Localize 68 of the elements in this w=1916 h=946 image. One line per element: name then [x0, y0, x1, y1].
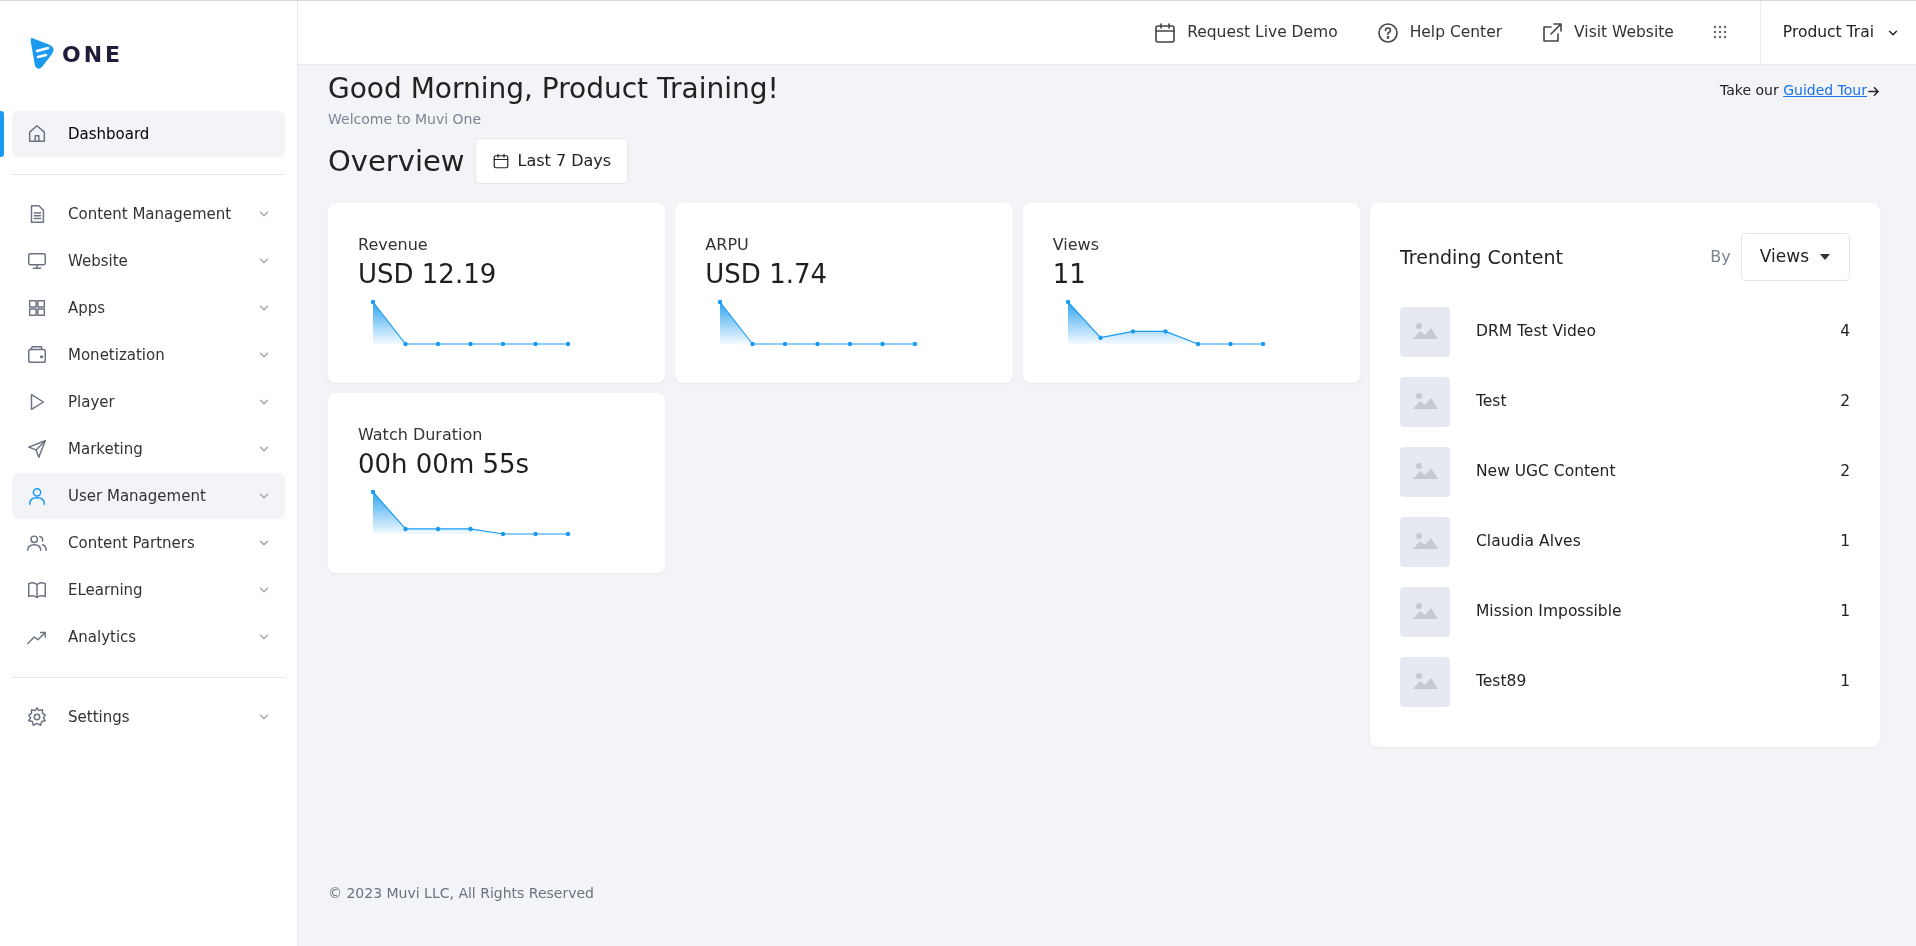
metric-label: Views: [1052, 234, 1100, 256]
header-link[interactable]: Visit Website: [1540, 20, 1674, 45]
sort-label: By: [1710, 246, 1731, 268]
view-count: 1: [1840, 671, 1850, 693]
sidebar-item[interactable]: Apps: [12, 285, 285, 331]
metric-value: USD 1.74: [705, 258, 829, 291]
metric-value: 11: [1052, 258, 1087, 291]
sidebar-item[interactable]: ELearning: [12, 567, 285, 613]
guided-tour-link[interactable]: Guided Tour: [1783, 82, 1867, 98]
image-placeholder-icon: [1400, 587, 1450, 637]
tour-prompt: Take our Guided Tour: [1720, 80, 1880, 101]
metric-label: ARPU: [705, 234, 750, 256]
paper-plane-icon: [26, 438, 48, 460]
image-placeholder-icon: [1400, 377, 1450, 427]
view-count: 2: [1840, 391, 1850, 413]
calendar-icon: [491, 152, 510, 170]
metric-value: 00h 00m 55s: [358, 448, 531, 481]
user-menu[interactable]: Product Trai: [1759, 1, 1916, 65]
sidebar-item[interactable]: Content Partners: [12, 520, 285, 566]
greeting-title: Good Morning, Product Training!: [328, 71, 779, 107]
sidebar-item[interactable]: Player: [12, 379, 285, 425]
content-title[interactable]: DRM Test Video: [1476, 320, 1596, 344]
sort-dropdown[interactable]: Views: [1740, 233, 1850, 281]
sidebar-item[interactable]: Marketing: [12, 426, 285, 472]
sidebar-item[interactable]: Monetization: [12, 332, 285, 378]
wallet-icon: [26, 344, 48, 366]
metric-value: USD 12.19: [358, 258, 498, 291]
metric-label: Watch Duration: [358, 424, 484, 446]
trending-title: Trending Content: [1400, 245, 1563, 269]
calendar-icon: [1153, 20, 1178, 45]
logo-icon: [28, 35, 56, 71]
header-link[interactable]: Request Live Demo: [1153, 20, 1338, 45]
content-title[interactable]: Test: [1476, 390, 1507, 414]
book-icon: [26, 579, 48, 601]
image-placeholder-icon: [1400, 517, 1450, 567]
image-placeholder-icon: [1400, 307, 1450, 357]
sidebar-item[interactable]: User Management: [12, 473, 285, 519]
view-count: 2: [1840, 461, 1850, 483]
copyright-text: © 2023 Muvi LLC, All Rights Reserved: [328, 884, 595, 903]
image-placeholder-icon: [1400, 447, 1450, 497]
view-count: 4: [1840, 321, 1850, 343]
welcome-subtitle: Welcome to Muvi One: [328, 110, 483, 129]
content-title[interactable]: Test89: [1476, 670, 1527, 694]
sidebar-item[interactable]: Analytics: [12, 614, 285, 660]
view-count: 1: [1840, 601, 1850, 623]
content-title[interactable]: New UGC Content: [1476, 460, 1616, 484]
overview-title: Overview: [328, 143, 465, 179]
date-range-button[interactable]: Last 7 Days: [474, 138, 629, 184]
sidebar-item[interactable]: Settings: [12, 694, 285, 740]
sidebar-item[interactable]: Website: [12, 238, 285, 284]
header-link[interactable]: Help Center: [1375, 20, 1503, 45]
metric-label: Revenue: [358, 234, 429, 256]
user-icon: [26, 485, 48, 507]
help-icon: [1375, 20, 1400, 45]
sidebar-item[interactable]: Content Management: [12, 191, 285, 237]
grid-icon: [26, 297, 48, 319]
caret-icon: [1819, 253, 1831, 261]
external-link-icon: [1540, 20, 1565, 45]
settings-icon: [26, 706, 48, 728]
view-count: 1: [1840, 531, 1850, 553]
house-icon: [26, 123, 48, 145]
logo-text: ONE: [62, 41, 124, 69]
content-title[interactable]: Claudia Alves: [1476, 530, 1581, 554]
users-icon: [26, 532, 48, 554]
monitor-icon: [26, 250, 48, 272]
image-placeholder-icon: [1400, 657, 1450, 707]
arrow-right-icon: [1867, 84, 1880, 98]
content-title[interactable]: Mission Impossible: [1476, 600, 1622, 624]
